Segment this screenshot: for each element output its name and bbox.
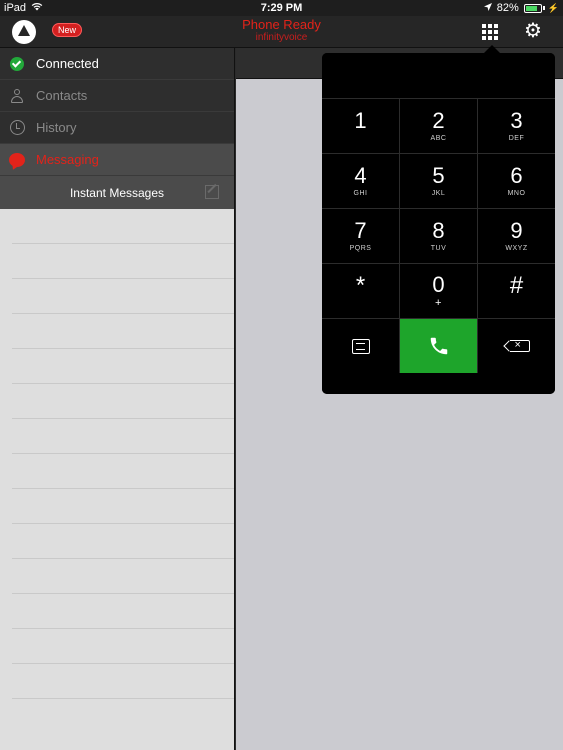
list-item [12, 524, 234, 559]
backspace-button[interactable]: × [478, 319, 555, 373]
battery-icon [523, 3, 542, 13]
key-hash[interactable]: # [478, 264, 555, 318]
dial-number-display[interactable] [322, 53, 555, 99]
battery-fill [525, 5, 537, 11]
list-item [12, 419, 234, 454]
chat-bubble-icon [9, 152, 25, 168]
list-item [12, 629, 234, 664]
sidebar-item-label: Connected [36, 56, 99, 71]
sidebar-nav: Connected Contacts History Messaging Ins… [0, 48, 234, 209]
key-4[interactable]: 4 GHI [322, 154, 399, 208]
key-digit: * [355, 272, 366, 299]
app-header: New Phone Ready infinityvoice ⚙ [0, 16, 563, 48]
list-item [12, 384, 234, 419]
backspace-icon: × [509, 339, 530, 352]
key-letters: DEF [508, 135, 525, 142]
battery-percentage: 82% [496, 2, 519, 14]
list-item [12, 489, 234, 524]
dialer-popover: 1 2 ABC 3 DEF 4 GHI 5 JKL 6 MNO 7 PQRS 8 TUV 9 W… [322, 53, 555, 394]
sidebar-item-label: Messaging [36, 152, 99, 167]
key-digit: 1 [354, 108, 367, 133]
status-right: 82% ⚡ [483, 2, 559, 14]
key-letters: + [435, 297, 442, 309]
message-list [0, 209, 234, 699]
account-name: infinityvoice [255, 32, 308, 43]
list-item [12, 209, 234, 244]
sidebar: Connected Contacts History Messaging Ins… [0, 48, 235, 750]
battery-nub [542, 6, 545, 10]
list-item [12, 664, 234, 699]
settings-gear-icon[interactable]: ⚙ [524, 20, 542, 42]
dialer-popover-arrow [484, 45, 500, 53]
sidebar-item-label: Contacts [36, 88, 88, 103]
key-digit: 8 [432, 218, 445, 243]
key-3[interactable]: 3 DEF [478, 99, 555, 153]
key-6[interactable]: 6 MNO [478, 154, 555, 208]
key-letters: PQRS [349, 245, 372, 252]
location-arrow-icon [483, 2, 492, 14]
status-bar: iPad 7:29 PM 82% ⚡ [0, 0, 563, 16]
sidebar-item-label: History [36, 120, 77, 135]
key-digit: 3 [510, 108, 523, 133]
key-letters: MNO [507, 190, 526, 197]
message-icon [351, 338, 370, 354]
key-digit: 9 [510, 218, 523, 243]
clock-icon [9, 120, 25, 136]
dialer-footer [322, 373, 555, 394]
key-letters: GHI [353, 190, 368, 197]
list-item [12, 594, 234, 629]
key-5[interactable]: 5 JKL [400, 154, 477, 208]
key-letters: WXYZ [505, 245, 528, 252]
sidebar-item-connected[interactable]: Connected [0, 48, 234, 80]
list-item [12, 244, 234, 279]
phone-status-title: Phone Ready [242, 17, 321, 32]
instant-messages-header: Instant Messages [0, 176, 234, 209]
person-icon [9, 88, 25, 104]
sidebar-item-messaging[interactable]: Messaging [0, 144, 234, 176]
keypad-grid-icon[interactable] [481, 23, 499, 41]
list-item [12, 314, 234, 349]
key-digit: 2 [432, 108, 445, 133]
compose-icon[interactable] [205, 185, 219, 199]
key-digit: 0 [432, 272, 445, 297]
key-digit: 6 [510, 163, 523, 188]
send-message-button[interactable] [322, 319, 399, 373]
key-9[interactable]: 9 WXYZ [478, 209, 555, 263]
key-1[interactable]: 1 [322, 99, 399, 153]
key-digit: # [509, 272, 524, 299]
key-letters: TUV [430, 245, 447, 252]
list-item [12, 279, 234, 314]
key-digit: 7 [354, 218, 367, 243]
key-2[interactable]: 2 ABC [400, 99, 477, 153]
key-7[interactable]: 7 PQRS [322, 209, 399, 263]
sidebar-item-history[interactable]: History [0, 112, 234, 144]
charging-bolt-icon: ⚡ [547, 2, 559, 13]
list-item [12, 559, 234, 594]
dial-keypad: 1 2 ABC 3 DEF 4 GHI 5 JKL 6 MNO 7 PQRS 8 TUV 9 W… [322, 99, 555, 373]
call-button[interactable] [400, 319, 477, 373]
list-item [12, 349, 234, 384]
sidebar-item-contacts[interactable]: Contacts [0, 80, 234, 112]
list-item [12, 454, 234, 489]
key-letters: ABC [430, 135, 447, 142]
key-star[interactable]: * [322, 264, 399, 318]
clock: 7:29 PM [260, 2, 303, 14]
key-digit: 5 [432, 163, 445, 188]
instant-messages-title: Instant Messages [69, 185, 165, 200]
check-circle-icon [9, 56, 25, 72]
key-digit: 4 [354, 163, 367, 188]
key-0[interactable]: 0 + [400, 264, 477, 318]
key-letters: JKL [431, 190, 446, 197]
key-8[interactable]: 8 TUV [400, 209, 477, 263]
phone-handset-icon [430, 337, 447, 355]
